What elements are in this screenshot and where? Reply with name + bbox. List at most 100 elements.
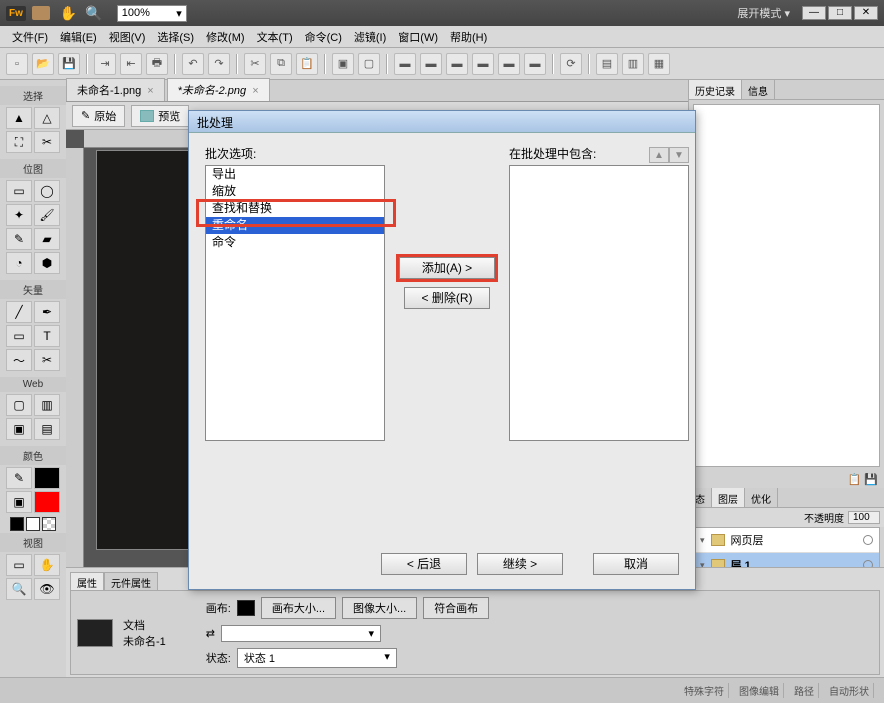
fill-color[interactable]: ▣ [6,491,32,513]
tab-doc1[interactable]: 未命名-1.png× [66,78,165,101]
batch-options-list[interactable]: 导出 缩放 查找和替换 重命名 命令 [205,165,385,441]
tab-layers[interactable]: 图层 [712,488,745,507]
stroke-swatch[interactable] [34,467,60,489]
align2-icon[interactable]: ▬ [420,53,442,75]
menu-modify[interactable]: 修改(M) [202,27,249,47]
maximize-button[interactable]: □ [828,6,852,20]
menu-commands[interactable]: 命令(C) [301,27,346,47]
zoom-tool-icon[interactable]: 🔍 [6,578,32,600]
close-icon[interactable]: × [252,85,258,97]
cancel-button[interactable]: 取消 [593,553,679,575]
screen-mode-icon[interactable]: ▭ [6,554,32,576]
paste-icon[interactable]: 📋 [296,53,318,75]
menu-file[interactable]: 文件(F) [8,27,52,47]
layer1-icon[interactable]: ▤ [596,53,618,75]
hide-tool-icon[interactable]: ▣ [6,418,32,440]
hand-icon[interactable]: ✋ [60,5,77,22]
knife-tool-icon[interactable]: ✂ [34,349,60,371]
brush-tool-icon[interactable]: 🖌 [34,204,60,226]
layer-web[interactable]: ▾网页层 [694,528,879,553]
lasso-tool-icon[interactable]: ◯ [34,180,60,202]
open-icon[interactable]: 📂 [32,53,54,75]
remove-button[interactable]: < 删除(R) [404,287,490,309]
state-select[interactable]: 状态 1▾ [237,648,397,668]
crop-tool-icon[interactable]: ✂ [34,131,60,153]
option-find-replace[interactable]: 查找和替换 [206,200,384,217]
canvas-size-button[interactable]: 画布大小... [261,597,336,619]
group-icon[interactable]: ▣ [332,53,354,75]
swap-white[interactable] [26,517,40,531]
freeform-tool-icon[interactable]: 〜 [6,349,32,371]
move-down-button[interactable]: ▼ [669,147,689,163]
option-scale[interactable]: 缩放 [206,183,384,200]
preview-tool-icon[interactable]: 👁 [34,578,60,600]
eraser-tool-icon[interactable]: ▰ [34,228,60,250]
print-icon[interactable]: 🖶 [146,53,168,75]
line-tool-icon[interactable]: ╱ [6,301,32,323]
new-icon[interactable]: ▫ [6,53,28,75]
next-button[interactable]: 继续 > [477,553,563,575]
footer-image-edit[interactable]: 图像编辑 [735,683,784,698]
swap-none[interactable] [42,517,56,531]
tab-info[interactable]: 信息 [742,80,775,99]
align5-icon[interactable]: ▬ [498,53,520,75]
tab-doc2[interactable]: *未命名-2.png× [167,78,270,101]
rotate-icon[interactable]: ⟳ [560,53,582,75]
menu-select[interactable]: 选择(S) [153,27,198,47]
bridge-icon[interactable] [32,6,50,20]
slice-tool-icon[interactable]: ▥ [34,394,60,416]
option-export[interactable]: 导出 [206,166,384,183]
menu-view[interactable]: 视图(V) [105,27,150,47]
tab-symbol-properties[interactable]: 元件属性 [104,572,158,590]
stroke-color[interactable]: ✎ [6,467,32,489]
option-rename[interactable]: 重命名 [206,217,384,234]
pages-select[interactable]: ▾ [221,625,381,642]
export-icon[interactable]: ⇤ [120,53,142,75]
swap-black[interactable] [10,517,24,531]
option-commands[interactable]: 命令 [206,234,384,251]
tab-properties[interactable]: 属性 [70,572,104,590]
text-tool-icon[interactable]: T [34,325,60,347]
save-icon[interactable]: 💾 [58,53,80,75]
undo-icon[interactable]: ↶ [182,53,204,75]
menu-edit[interactable]: 编辑(E) [56,27,101,47]
footer-special[interactable]: 特殊字符 [680,683,729,698]
tab-history[interactable]: 历史记录 [689,80,742,99]
scale-tool-icon[interactable]: ⛶ [6,131,32,153]
move-up-button[interactable]: ▲ [649,147,669,163]
import-icon[interactable]: ⇥ [94,53,116,75]
close-button[interactable]: ✕ [854,6,878,20]
layer3-icon[interactable]: ▦ [648,53,670,75]
tab-optimize[interactable]: 优化 [745,488,778,507]
footer-path[interactable]: 路径 [790,683,819,698]
copy-icon[interactable]: ⧉ [270,53,292,75]
redo-icon[interactable]: ↷ [208,53,230,75]
zoom-select[interactable]: 100%▾ [117,5,187,22]
copy-icon[interactable]: 📋 [848,474,862,486]
fit-canvas-button[interactable]: 符合画布 [423,597,489,619]
cut-icon[interactable]: ✂ [244,53,266,75]
layer2-icon[interactable]: ▥ [622,53,644,75]
blur-tool-icon[interactable]: ◔ [6,252,32,274]
back-button[interactable]: < 后退 [381,553,467,575]
hotspot-tool-icon[interactable]: ▢ [6,394,32,416]
rect-tool-icon[interactable]: ▭ [6,325,32,347]
menu-window[interactable]: 窗口(W) [394,27,442,47]
pointer-tool-icon[interactable]: ▲ [6,107,32,129]
preview-button[interactable]: 预览 [131,105,189,127]
save-icon[interactable]: 💾 [864,474,878,486]
menu-help[interactable]: 帮助(H) [446,27,491,47]
hand-tool-icon[interactable]: ✋ [34,554,60,576]
show-tool-icon[interactable]: ▤ [34,418,60,440]
original-button[interactable]: ✎原始 [72,105,125,127]
ungroup-icon[interactable]: ▢ [358,53,380,75]
minimize-button[interactable]: — [802,6,826,20]
add-button[interactable]: 添加(A) > [399,257,495,279]
canvas-color[interactable] [237,600,255,616]
marquee-tool-icon[interactable]: ▭ [6,180,32,202]
include-list[interactable] [509,165,689,441]
zoom-icon[interactable]: 🔍 [85,5,102,22]
align3-icon[interactable]: ▬ [446,53,468,75]
opacity-value[interactable]: 100 [848,511,880,524]
stamp-tool-icon[interactable]: ⬢ [34,252,60,274]
